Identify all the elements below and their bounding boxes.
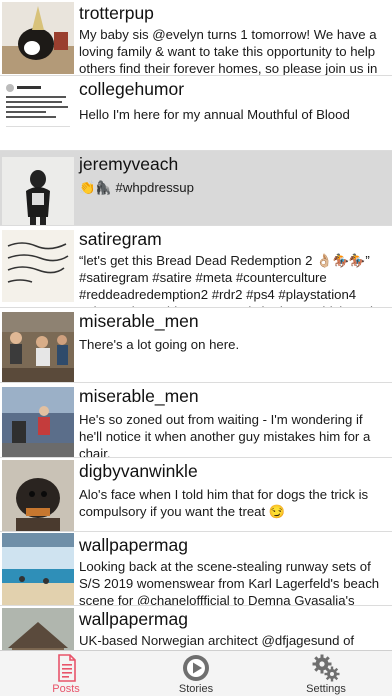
post-username[interactable]: trotterpup — [79, 2, 386, 24]
tab-label: Settings — [306, 683, 346, 695]
post-row[interactable]: miserable_men There's a lot going on her… — [0, 308, 392, 383]
tab-label: Posts — [52, 683, 80, 695]
tab-posts[interactable]: Posts — [21, 651, 111, 696]
posts-feed[interactable]: trotterpup My baby sis @evelyn turns 1 t… — [0, 0, 392, 650]
post-thumbnail — [2, 387, 74, 457]
post-row[interactable]: trotterpup My baby sis @evelyn turns 1 t… — [0, 0, 392, 76]
post-thumbnail — [2, 608, 74, 650]
tab-stories[interactable]: Stories — [151, 651, 241, 696]
post-username[interactable]: jeremyveach — [79, 153, 386, 175]
play-circle-icon — [181, 653, 211, 683]
post-thumbnail — [2, 78, 74, 150]
tab-bar: Posts Stories Settings — [0, 650, 392, 696]
post-caption: Alo's face when I told him that for dogs… — [79, 487, 369, 519]
post-caption: Hello I'm here for my annual Mouthful of… — [79, 107, 350, 122]
post-thumbnail — [2, 533, 74, 605]
post-thumbnail — [2, 460, 74, 531]
post-thumbnail — [2, 230, 74, 302]
post-row-selected[interactable]: jeremyveach 👏🦍 #whpdressup — [0, 151, 392, 226]
post-row[interactable]: digbyvanwinkle Alo's face when I told hi… — [0, 458, 392, 532]
post-username[interactable]: miserable_men — [79, 385, 386, 407]
post-username[interactable]: digbyvanwinkle — [79, 460, 386, 482]
post-caption: My baby sis @evelyn turns 1 tomorrow! We… — [79, 27, 378, 76]
post-thumbnail — [2, 157, 74, 225]
post-row[interactable]: wallpapermag UK-based Norwegian architec… — [0, 606, 392, 650]
post-caption: 👏🦍 #whpdressup — [79, 180, 194, 195]
tab-label: Stories — [178, 683, 214, 695]
post-row[interactable]: wallpapermag Looking back at the scene-s… — [0, 532, 392, 606]
post-row[interactable]: satiregram “let's get this Bread Dead Re… — [0, 226, 392, 308]
post-username[interactable]: collegehumor — [79, 78, 386, 100]
post-caption: He's so zoned out from waiting - I'm won… — [79, 412, 371, 458]
post-username[interactable]: satiregram — [79, 228, 386, 250]
post-caption: Looking back at the scene-stealing runwa… — [79, 559, 380, 606]
post-username[interactable]: wallpapermag — [79, 608, 386, 630]
post-username[interactable]: wallpapermag — [79, 534, 386, 556]
gears-icon — [311, 653, 341, 683]
post-row[interactable]: miserable_men He's so zoned out from wai… — [0, 383, 392, 458]
post-caption: “let's get this Bread Dead Redemption 2 … — [79, 253, 373, 307]
document-icon — [51, 653, 81, 683]
post-username[interactable]: miserable_men — [79, 310, 386, 332]
post-row[interactable]: collegehumor Hello I'm here for my annua… — [0, 76, 392, 151]
post-caption: There's a lot going on here. — [79, 337, 240, 352]
post-thumbnail — [2, 2, 74, 74]
post-caption: UK-based Norwegian architect @dfjagesund… — [79, 633, 355, 648]
post-thumbnail — [2, 312, 74, 382]
tab-settings[interactable]: Settings — [281, 651, 371, 696]
